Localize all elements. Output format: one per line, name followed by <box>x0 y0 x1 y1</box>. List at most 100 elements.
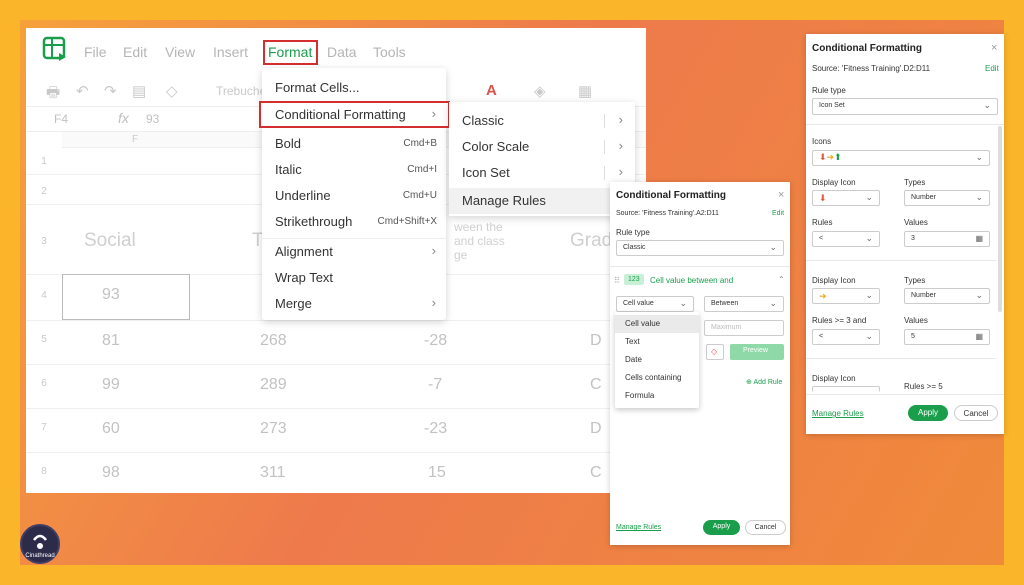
range-picker-icon[interactable]: ▦ <box>975 332 983 341</box>
data-cell[interactable]: D <box>590 332 602 350</box>
row-number[interactable]: 3 <box>26 236 62 247</box>
data-cell[interactable]: D <box>590 420 602 438</box>
data-cell[interactable]: -7 <box>428 376 442 394</box>
menu-item-format-cells[interactable]: Format Cells... <box>262 76 446 100</box>
close-icon[interactable]: × <box>778 189 784 201</box>
selected-cell[interactable] <box>62 274 190 320</box>
print-icon[interactable]: 🖶 <box>46 82 60 107</box>
header-cell-grade[interactable]: Grad <box>570 230 612 252</box>
menu-item-merge[interactable]: Merge › <box>262 292 446 316</box>
display-icon-select[interactable] <box>812 386 880 392</box>
range-picker-icon[interactable]: ▦ <box>975 234 983 243</box>
row-number[interactable]: 1 <box>26 156 62 167</box>
menu-item-bold[interactable]: Bold Cmd+B <box>262 132 446 156</box>
menu-insert[interactable]: Insert <box>213 44 248 60</box>
row-number[interactable]: 4 <box>26 290 62 301</box>
menu-item-wrap-text[interactable]: Wrap Text <box>262 266 446 290</box>
display-icon-select[interactable]: ⬇ ⌄ <box>812 190 880 206</box>
row-number[interactable]: 6 <box>26 378 62 389</box>
input-value: 3 <box>911 235 915 242</box>
rule-operator-select[interactable]: < ⌄ <box>812 329 880 345</box>
row-number[interactable]: 2 <box>26 186 62 197</box>
edit-link[interactable]: Edit <box>985 64 999 73</box>
close-icon[interactable]: × <box>991 42 997 54</box>
manage-rules-link[interactable]: Manage Rules <box>616 524 661 531</box>
option-cells-containing[interactable]: Cells containing <box>615 369 699 387</box>
menu-edit[interactable]: Edit <box>123 44 147 60</box>
clear-format-button[interactable]: ◇ <box>706 344 724 360</box>
manage-rules-link[interactable]: Manage Rules <box>812 409 864 418</box>
menu-item-underline[interactable]: Underline Cmd+U <box>262 184 446 208</box>
data-cell[interactable]: 15 <box>428 464 446 482</box>
cell-reference[interactable]: F4 <box>54 112 68 126</box>
menu-file[interactable]: File <box>84 44 107 60</box>
menu-data[interactable]: Data <box>327 44 357 60</box>
submenu-item-color-scale[interactable]: Color Scale › <box>449 134 635 160</box>
edit-link[interactable]: Edit <box>772 210 784 217</box>
option-text[interactable]: Text <box>615 333 699 351</box>
rule-type-select[interactable]: Classic ⌄ <box>616 240 784 256</box>
submenu-item-manage-rules[interactable]: Manage Rules <box>449 188 635 214</box>
formula-input[interactable]: 93 <box>146 112 159 126</box>
menu-tools[interactable]: Tools <box>373 44 406 60</box>
data-cell[interactable]: 98 <box>102 464 120 482</box>
submenu-item-classic[interactable]: Classic › <box>449 108 635 134</box>
font-color-button[interactable]: A <box>486 82 497 99</box>
row-number[interactable]: 7 <box>26 422 62 433</box>
option-date[interactable]: Date <box>615 351 699 369</box>
undo-icon[interactable]: ↶ <box>76 82 89 100</box>
menu-item-conditional-formatting[interactable]: Conditional Formatting › <box>259 101 450 128</box>
types-select[interactable]: Number ⌄ <box>904 288 990 304</box>
rule-operator-select[interactable]: < ⌄ <box>812 231 880 247</box>
header-cell-social[interactable]: Social <box>84 230 136 252</box>
paint-format-icon[interactable]: ▤ <box>132 82 146 100</box>
row-number[interactable]: 8 <box>26 466 62 477</box>
clear-format-icon[interactable]: ◇ <box>166 82 178 100</box>
chevron-up-icon[interactable]: ⌃ <box>778 275 785 284</box>
option-cell-value[interactable]: Cell value <box>615 315 699 333</box>
data-cell[interactable]: 99 <box>102 376 120 394</box>
apply-button[interactable]: Apply <box>908 405 948 421</box>
option-formula[interactable]: Formula <box>615 387 699 405</box>
menu-item-strikethrough[interactable]: Strikethrough Cmd+Shift+X <box>262 210 446 234</box>
chevron-down-icon: ⌄ <box>983 100 991 110</box>
redo-icon[interactable]: ↷ <box>104 82 117 100</box>
font-name-select[interactable]: Trebuche <box>216 84 266 98</box>
menu-item-italic[interactable]: Italic Cmd+I <box>262 158 446 182</box>
apply-button[interactable]: Apply <box>703 520 740 535</box>
borders-icon[interactable]: ▦ <box>578 82 592 100</box>
maximum-input[interactable]: Maximum <box>704 320 784 336</box>
preview-button[interactable]: Preview <box>730 344 784 360</box>
add-rule-link[interactable]: ⊕ Add Rule <box>746 378 782 386</box>
menu-view[interactable]: View <box>165 44 195 60</box>
data-cell[interactable]: 268 <box>260 332 287 350</box>
data-cell[interactable]: -28 <box>424 332 447 350</box>
data-cell[interactable]: 60 <box>102 420 120 438</box>
menu-item-label: Merge <box>275 296 312 311</box>
row-number[interactable]: 5 <box>26 334 62 345</box>
data-cell[interactable]: C <box>590 464 602 482</box>
fill-color-icon[interactable]: ◈ <box>534 82 546 100</box>
icon-set-select[interactable]: ⬇➜⬆ ⌄ <box>812 150 990 166</box>
scrollbar[interactable] <box>998 126 1002 312</box>
column-letter-f[interactable]: F <box>132 134 138 145</box>
submenu-item-icon-set[interactable]: Icon Set › <box>449 160 635 186</box>
condition-select[interactable]: Cell value ⌄ <box>616 296 694 312</box>
menu-item-alignment[interactable]: Alignment › <box>262 240 446 264</box>
display-icon-select[interactable]: ➜ ⌄ <box>812 288 880 304</box>
data-cell[interactable]: 311 <box>260 464 286 482</box>
data-cell[interactable]: 93 <box>102 286 120 304</box>
rule-value-input[interactable]: 3 ▦ <box>904 231 990 247</box>
rule-type-select[interactable]: Icon Set ⌄ <box>812 98 998 115</box>
data-cell[interactable]: 81 <box>102 332 120 350</box>
operator-select[interactable]: Between ⌄ <box>704 296 784 312</box>
data-cell[interactable]: 273 <box>260 420 287 438</box>
drag-handle-icon[interactable]: ⠿ <box>614 276 620 285</box>
types-select[interactable]: Number ⌄ <box>904 190 990 206</box>
data-cell[interactable]: C <box>590 376 602 394</box>
cancel-button[interactable]: Cancel <box>954 405 998 421</box>
data-cell[interactable]: 289 <box>260 376 287 394</box>
rule-value-input[interactable]: 5 ▦ <box>904 329 990 345</box>
data-cell[interactable]: -23 <box>424 420 447 438</box>
cancel-button[interactable]: Cancel <box>745 520 786 535</box>
